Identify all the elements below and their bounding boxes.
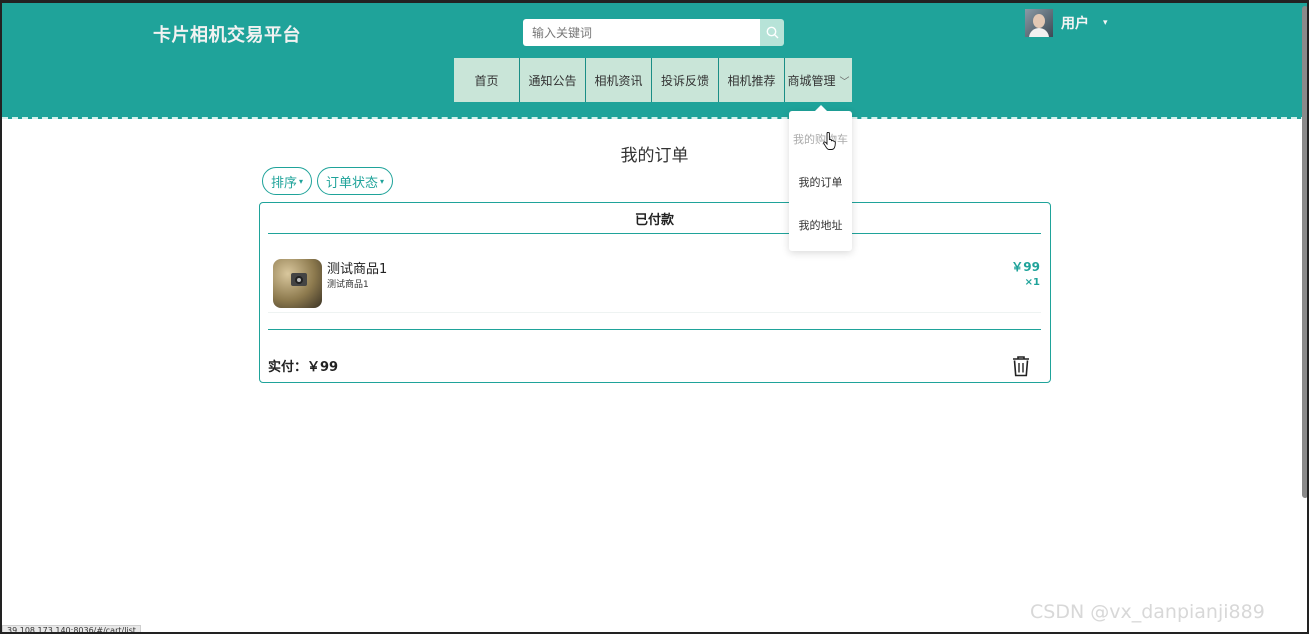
chevron-down-icon: ﹀ xyxy=(839,76,850,88)
nav-item-camera-news[interactable]: 相机资讯 xyxy=(586,58,652,102)
divider xyxy=(268,329,1041,330)
nav-item-notices[interactable]: 通知公告 xyxy=(520,58,586,102)
shop-management-dropdown: 我的购物车 我的订单 我的地址 xyxy=(789,105,852,251)
product-image[interactable] xyxy=(273,259,322,308)
nav-item-camera-recommend[interactable]: 相机推荐 xyxy=(719,58,785,102)
hand-cursor-icon xyxy=(823,132,836,150)
page-scrollbar[interactable] xyxy=(1302,6,1307,498)
browser-frame: 卡片相机交易平台 用户 ▾ 首页 通知公告 相机资讯 投诉反馈 相机推荐 商城管… xyxy=(0,0,1309,634)
search-bar xyxy=(523,19,784,46)
search-icon xyxy=(766,26,778,39)
main-nav: 首页 通知公告 相机资讯 投诉反馈 相机推荐 商城管理 ﹀ xyxy=(454,58,852,102)
dropdown-item-my-orders[interactable]: 我的订单 xyxy=(789,174,852,190)
avatar[interactable] xyxy=(1025,9,1053,37)
caret-down-icon: ▾ xyxy=(299,176,304,186)
dropdown-item-cart[interactable]: 我的购物车 xyxy=(789,131,852,147)
search-button[interactable] xyxy=(760,19,784,46)
nav-item-label: 首页 xyxy=(474,73,499,88)
order-status: 已付款 xyxy=(268,209,1041,234)
product-description: 测试商品1 xyxy=(327,280,369,290)
divider xyxy=(268,312,1041,313)
trash-icon xyxy=(1013,356,1029,377)
order-card: 已付款 测试商品1 测试商品1 ￥99 ×1 实付：￥99 xyxy=(259,202,1051,383)
caret-down-icon: ▾ xyxy=(380,176,385,186)
delete-order-button[interactable] xyxy=(1011,355,1031,381)
dropdown-item-my-address[interactable]: 我的地址 xyxy=(789,217,852,233)
nav-item-label: 投诉反馈 xyxy=(660,73,709,88)
product-name[interactable]: 测试商品1 xyxy=(327,258,387,277)
filter-label: 排序 xyxy=(271,175,298,191)
nav-item-label: 相机资讯 xyxy=(594,73,643,88)
search-input[interactable] xyxy=(523,19,760,46)
status-bar-url: 39.108.173.140:8036/#/cart/list xyxy=(2,625,141,632)
product-price: ￥99 xyxy=(1011,260,1040,274)
nav-item-label: 相机推荐 xyxy=(727,73,776,88)
nav-item-home[interactable]: 首页 xyxy=(454,58,520,102)
nav-item-label: 商城管理 xyxy=(787,73,836,88)
nav-item-label: 通知公告 xyxy=(528,73,577,88)
product-quantity: ×1 xyxy=(1024,277,1040,288)
nav-item-feedback[interactable]: 投诉反馈 xyxy=(652,58,719,102)
page-title: 我的订单 xyxy=(620,146,689,166)
user-menu[interactable]: 用户 ▾ xyxy=(1025,9,1108,37)
watermark: CSDN @vx_danpianji889 xyxy=(1030,601,1265,623)
site-header: 卡片相机交易平台 用户 ▾ 首页 通知公告 相机资讯 投诉反馈 相机推荐 商城管… xyxy=(2,3,1307,119)
site-title[interactable]: 卡片相机交易平台 xyxy=(153,21,301,47)
nav-item-shop-management[interactable]: 商城管理 ﹀ xyxy=(785,58,852,102)
camera-lens xyxy=(295,276,303,284)
order-total: 实付：￥99 xyxy=(268,360,339,375)
order-status-filter-button[interactable]: 订单状态 ▾ xyxy=(317,167,394,195)
filter-label: 订单状态 xyxy=(326,175,379,191)
caret-down-icon[interactable]: ▾ xyxy=(1103,18,1108,28)
sort-filter-button[interactable]: 排序 ▾ xyxy=(262,167,313,195)
user-name[interactable]: 用户 xyxy=(1061,13,1089,33)
